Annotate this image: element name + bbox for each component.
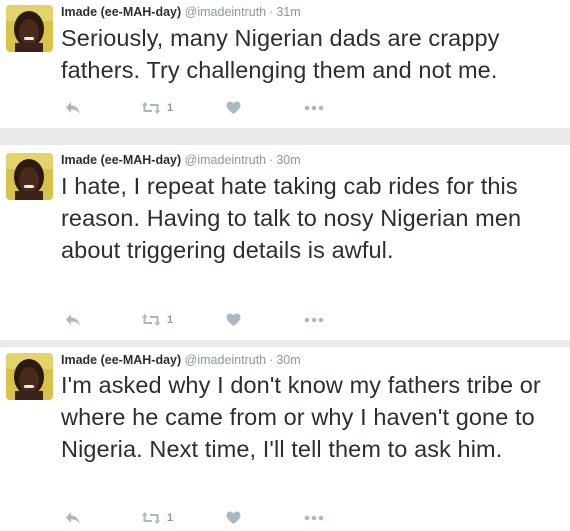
more-icon <box>304 105 324 111</box>
retweet-count: 1 <box>167 512 174 524</box>
separator: · <box>269 153 274 167</box>
user-handle[interactable]: @imadeintruth <box>185 153 266 167</box>
more-button[interactable] <box>304 312 324 328</box>
reply-button[interactable] <box>65 100 81 116</box>
timestamp[interactable]: 31m <box>276 5 300 19</box>
tweet-actions: 1 <box>61 100 341 116</box>
tweet-text: I'm asked why I don't know my fathers tr… <box>61 372 541 462</box>
tweet-header: Imade (ee-MAH-day) @imadeintruth · 31m <box>61 5 301 20</box>
heart-icon <box>226 313 241 326</box>
user-handle[interactable]: @imadeintruth <box>185 353 266 367</box>
reply-icon <box>66 102 80 114</box>
display-name[interactable]: Imade (ee-MAH-day) <box>61 353 181 367</box>
like-button[interactable] <box>226 312 241 328</box>
reply-icon <box>66 314 80 326</box>
like-button[interactable] <box>226 100 241 116</box>
display-name[interactable]: Imade (ee-MAH-day) <box>61 153 181 167</box>
heart-icon <box>226 101 241 114</box>
more-button[interactable] <box>304 510 324 526</box>
retweet-button[interactable]: 1 <box>141 312 173 328</box>
tweet-actions: 1 <box>61 510 341 526</box>
more-button[interactable] <box>304 100 324 116</box>
separator: · <box>269 353 274 367</box>
tweet-text: Seriously, many Nigerian dads are crappy… <box>61 25 500 83</box>
retweet-count: 1 <box>167 314 174 326</box>
retweet-icon <box>141 314 161 326</box>
tweet-text: I hate, I repeat hate taking cab rides f… <box>61 173 522 263</box>
timestamp[interactable]: 30m <box>276 153 300 167</box>
like-button[interactable] <box>226 510 241 526</box>
display-name[interactable]: Imade (ee-MAH-day) <box>61 5 181 19</box>
more-icon <box>304 317 324 323</box>
tweet-header: Imade (ee-MAH-day) @imadeintruth · 30m <box>61 353 301 368</box>
avatar[interactable] <box>6 153 53 200</box>
user-handle[interactable]: @imadeintruth <box>185 5 266 19</box>
reply-button[interactable] <box>65 312 81 328</box>
avatar[interactable] <box>6 5 53 52</box>
reply-icon <box>66 512 80 524</box>
separator: · <box>269 5 274 19</box>
retweet-icon <box>141 102 161 114</box>
tweet[interactable]: Imade (ee-MAH-day) @imadeintruth · 30m I'm… <box>0 347 570 531</box>
heart-icon <box>226 511 241 524</box>
reply-button[interactable] <box>65 510 81 526</box>
retweet-count: 1 <box>167 102 174 114</box>
tweet-actions: 1 <box>61 312 341 328</box>
tweet[interactable]: Imade (ee-MAH-day) @imadeintruth · 30m I h… <box>0 145 570 340</box>
timestamp[interactable]: 30m <box>276 353 300 367</box>
avatar[interactable] <box>6 353 53 400</box>
retweet-button[interactable]: 1 <box>141 100 173 116</box>
retweet-button[interactable]: 1 <box>141 510 173 526</box>
retweet-icon <box>141 512 161 524</box>
tweet-header: Imade (ee-MAH-day) @imadeintruth · 30m <box>61 153 301 168</box>
more-icon <box>304 515 324 521</box>
tweet[interactable]: Imade (ee-MAH-day) @imadeintruth · 31m Ser… <box>0 0 570 128</box>
